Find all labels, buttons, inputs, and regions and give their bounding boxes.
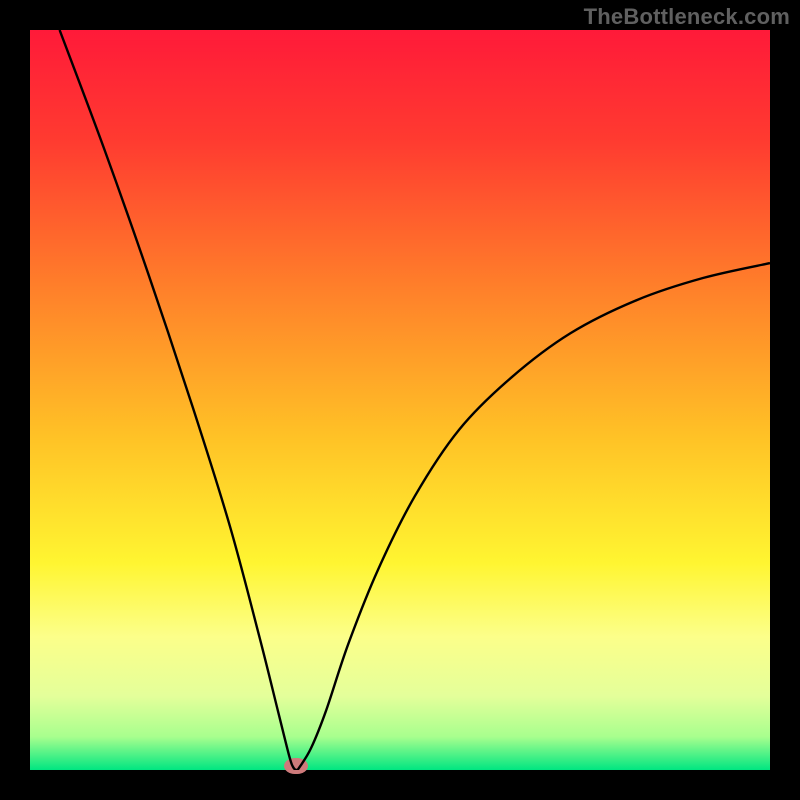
watermark-text: TheBottleneck.com [584, 4, 790, 30]
bottleneck-curve [30, 30, 770, 770]
plot-area [30, 30, 770, 770]
chart-frame: TheBottleneck.com [0, 0, 800, 800]
